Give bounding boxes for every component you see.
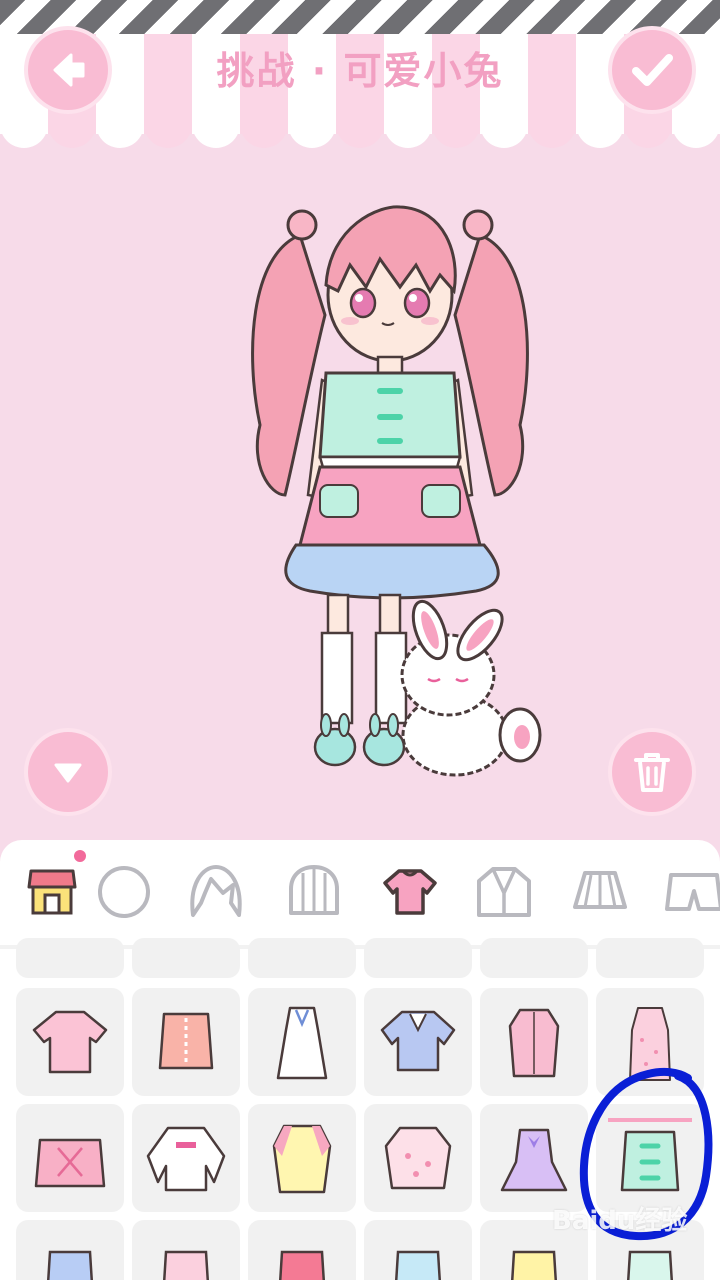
skirt-icon bbox=[573, 871, 627, 909]
character-preview bbox=[251, 205, 542, 777]
white-dress-icon bbox=[276, 1006, 328, 1080]
tab-hair-front[interactable] bbox=[184, 860, 248, 924]
shorts-icon bbox=[665, 873, 720, 911]
pink-polo-top-icon bbox=[32, 1010, 108, 1074]
awning-scallop bbox=[192, 110, 240, 148]
sky-camisole-icon bbox=[394, 1250, 442, 1280]
awning-scallop bbox=[576, 110, 624, 148]
arrow-left-icon bbox=[53, 53, 85, 87]
category-bar bbox=[0, 840, 720, 945]
page-title: 挑战 · 可爱小兔 bbox=[216, 49, 504, 93]
pink-tank-icon bbox=[162, 1250, 210, 1280]
awning-scallop bbox=[528, 110, 576, 148]
awning-scallops bbox=[0, 110, 720, 148]
awning-scallop bbox=[384, 110, 432, 148]
pink-cardigan-icon bbox=[508, 1008, 560, 1078]
awning-scallop bbox=[96, 110, 144, 148]
watermark: Baidu经验 bbox=[552, 1206, 688, 1236]
clothing-item-partial[interactable] bbox=[248, 938, 356, 978]
hair-back-icon bbox=[289, 865, 339, 915]
awning-scallop bbox=[432, 110, 480, 148]
tab-face[interactable] bbox=[90, 860, 154, 924]
clothing-item-peach-ruffle-camisole[interactable] bbox=[132, 988, 240, 1096]
face-icon bbox=[98, 866, 150, 918]
awning-scallop bbox=[48, 110, 96, 148]
blue-shirt-icon bbox=[380, 1010, 456, 1072]
clothing-item-blue-bow-shirt[interactable] bbox=[364, 988, 472, 1096]
clothing-item-partial[interactable] bbox=[132, 938, 240, 978]
clothing-item-pink-polo-top[interactable] bbox=[16, 988, 124, 1096]
peach-camisole-icon bbox=[158, 1012, 214, 1070]
chevron-down-icon bbox=[54, 763, 82, 783]
confirm-button[interactable] bbox=[608, 26, 696, 114]
awning-scallop bbox=[0, 110, 48, 148]
yellow-camisole-icon bbox=[510, 1250, 558, 1280]
awning-scallop bbox=[144, 110, 192, 148]
tab-jacket[interactable] bbox=[472, 860, 536, 924]
clothing-item-partial[interactable] bbox=[480, 938, 588, 978]
clothing-item-blue-camisole[interactable] bbox=[16, 1220, 124, 1280]
jacket-icon bbox=[477, 867, 531, 917]
blue-camisole-icon bbox=[46, 1250, 94, 1280]
trash-icon bbox=[634, 753, 670, 792]
awning-stripe bbox=[0, 0, 720, 36]
clothing-item-red-tank[interactable] bbox=[248, 1220, 356, 1280]
white-sweater-icon bbox=[146, 1126, 226, 1192]
clothing-item-pink-cardigan[interactable] bbox=[480, 988, 588, 1096]
tab-shorts[interactable] bbox=[662, 860, 720, 924]
back-button[interactable] bbox=[24, 26, 112, 114]
delete-button[interactable] bbox=[608, 728, 696, 816]
awning-scallop bbox=[480, 110, 528, 148]
clothing-item-partial[interactable] bbox=[16, 938, 124, 978]
clothing-item-pink-heart-sweater[interactable] bbox=[364, 1104, 472, 1212]
awning-scallop bbox=[624, 110, 672, 148]
shop-icon bbox=[27, 869, 77, 915]
pink-lace-top-icon bbox=[34, 1138, 106, 1188]
pink-sweater-icon bbox=[384, 1126, 452, 1190]
tab-shop[interactable] bbox=[20, 860, 84, 924]
clothing-item-partial[interactable] bbox=[596, 938, 704, 978]
awning-scallop bbox=[240, 110, 288, 148]
clothing-item-pink-lace-up-top[interactable] bbox=[16, 1104, 124, 1212]
clothing-item-lilac-bow-dress[interactable] bbox=[480, 1104, 588, 1212]
clothing-item-white-sweater[interactable] bbox=[132, 1104, 240, 1212]
tab-top[interactable] bbox=[378, 860, 442, 924]
yellow-tee-icon bbox=[272, 1124, 332, 1194]
awning-scallop bbox=[288, 110, 336, 148]
clothing-item-white-sailor-dress[interactable] bbox=[248, 988, 356, 1096]
lilac-dress-icon bbox=[500, 1128, 568, 1192]
awning-scallop bbox=[672, 110, 720, 148]
clothing-item-pink-tank[interactable] bbox=[132, 1220, 240, 1280]
tab-skirt[interactable] bbox=[568, 860, 632, 924]
notification-dot bbox=[74, 850, 86, 862]
tab-hair-back[interactable] bbox=[282, 860, 346, 924]
clothing-item-yellow-raglan-tee[interactable] bbox=[248, 1104, 356, 1212]
clothing-item-partial[interactable] bbox=[364, 938, 472, 978]
red-tank-icon bbox=[278, 1250, 326, 1280]
clothing-item-sky-camisole[interactable] bbox=[364, 1220, 472, 1280]
awning-scallop bbox=[336, 110, 384, 148]
hair-front-icon bbox=[190, 865, 242, 917]
top-icon bbox=[383, 869, 437, 915]
check-icon bbox=[632, 54, 673, 86]
expand-button[interactable] bbox=[24, 728, 112, 816]
